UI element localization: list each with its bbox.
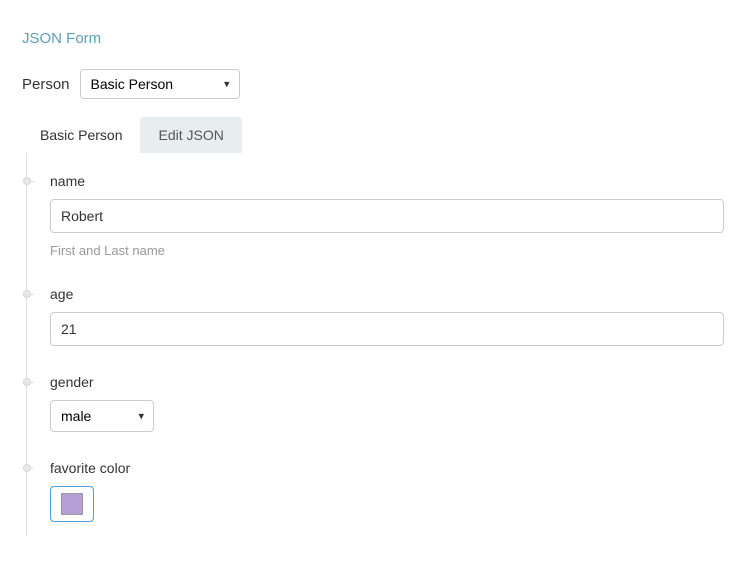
tab-edit-json[interactable]: Edit JSON — [140, 117, 241, 153]
tree-node-icon — [23, 290, 31, 298]
person-select[interactable]: Basic Person — [80, 69, 240, 99]
favorite-color-label: favorite color — [50, 460, 724, 476]
gender-select[interactable]: male — [50, 400, 154, 432]
tree-node-icon — [23, 378, 31, 386]
page-title: JSON Form — [22, 30, 724, 47]
person-select-wrap: Basic Person ▾ — [80, 69, 240, 99]
tree-node-icon — [23, 464, 31, 472]
field-name: name First and Last name — [32, 159, 724, 272]
field-favorite-color: favorite color — [32, 446, 724, 536]
field-gender: gender male ▾ — [32, 360, 724, 446]
person-selector-row: Person Basic Person ▾ — [22, 69, 724, 99]
gender-label: gender — [50, 374, 724, 390]
color-swatch — [61, 493, 83, 515]
person-label: Person — [22, 76, 70, 93]
field-age: age — [32, 272, 724, 360]
name-help: First and Last name — [50, 243, 724, 258]
age-label: age — [50, 286, 724, 302]
name-label: name — [50, 173, 724, 189]
name-input[interactable] — [50, 199, 724, 233]
form-body: name First and Last name age gender male… — [22, 153, 724, 536]
age-input[interactable] — [50, 312, 724, 346]
tree-node-icon — [23, 177, 31, 185]
tabs: Basic Person Edit JSON — [22, 117, 724, 153]
gender-select-wrap: male ▾ — [50, 400, 154, 432]
tab-basic-person[interactable]: Basic Person — [22, 117, 140, 153]
color-picker[interactable] — [50, 486, 94, 522]
